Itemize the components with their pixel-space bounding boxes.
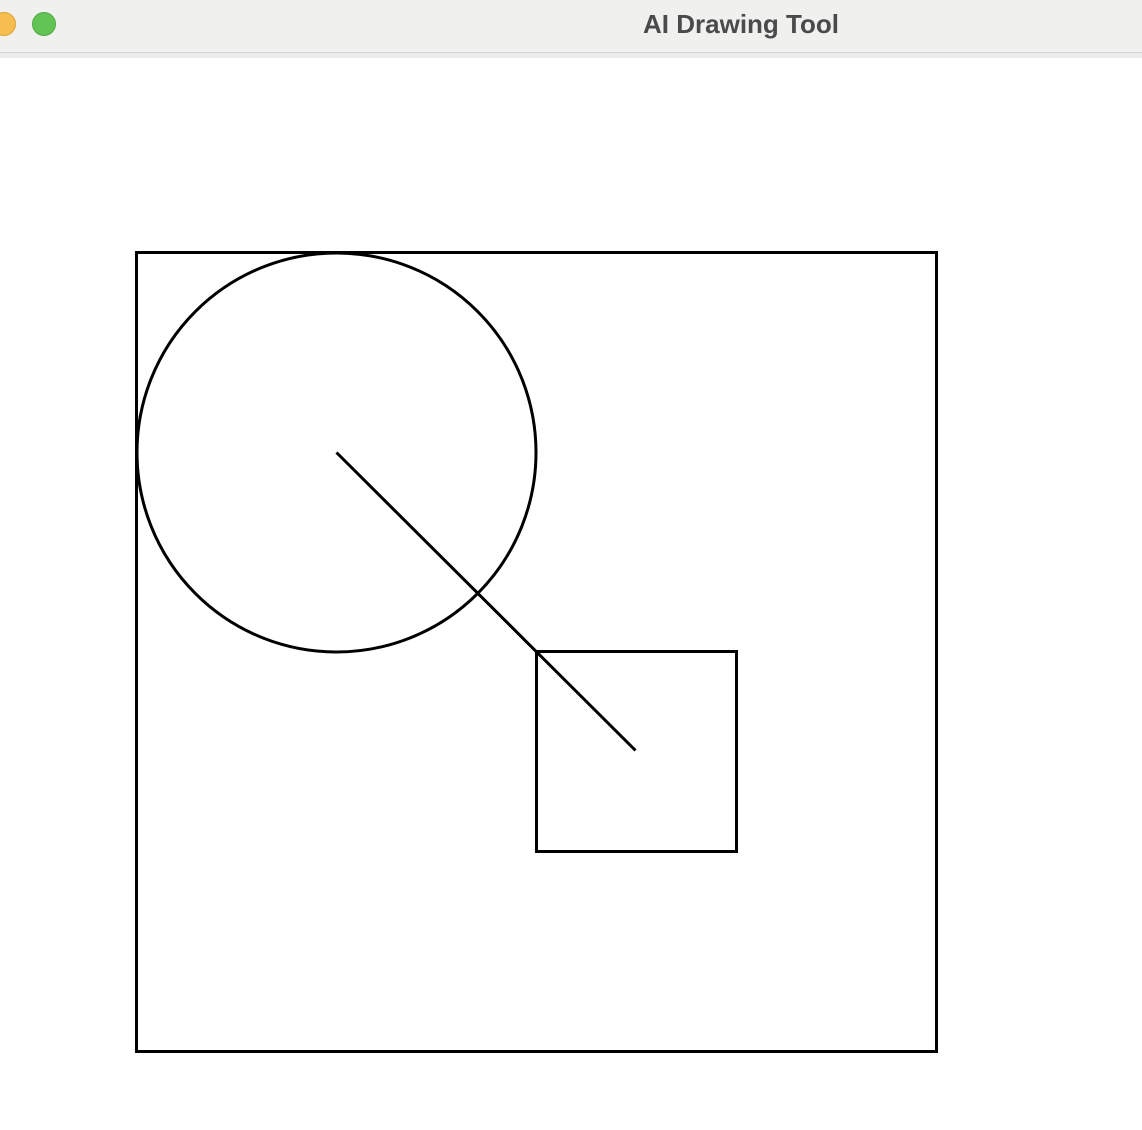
app-window: AI Drawing Tool bbox=[0, 0, 1142, 1130]
diagonal-line[interactable] bbox=[335, 451, 637, 752]
window-title: AI Drawing Tool bbox=[643, 9, 839, 39]
canvas-svg[interactable] bbox=[0, 58, 1142, 1130]
title-bar[interactable]: AI Drawing Tool bbox=[0, 0, 1142, 53]
drawing-canvas[interactable] bbox=[0, 58, 1142, 1130]
